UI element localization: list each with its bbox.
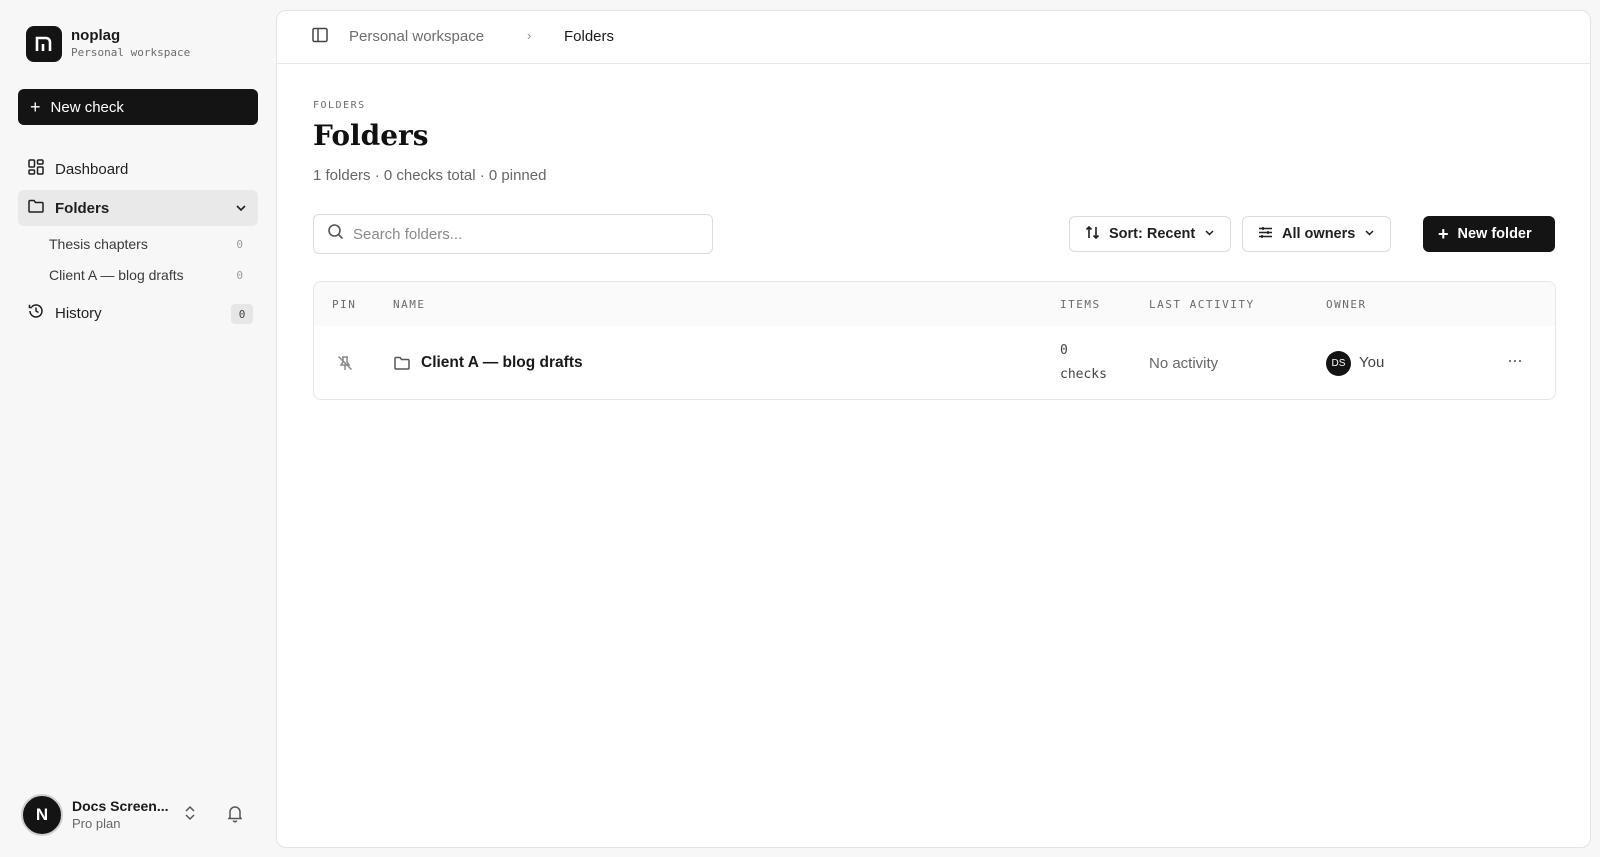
avatar: N xyxy=(21,794,63,836)
owners-label: All owners xyxy=(1282,226,1356,242)
folder-name-link[interactable]: Client A — blog drafts xyxy=(421,354,583,372)
sidebar-item-history[interactable]: History 0 xyxy=(18,295,258,331)
sidebar-item-folders[interactable]: Folders xyxy=(18,190,258,226)
sidebar-folder-item[interactable]: Thesis chapters 0 xyxy=(49,231,249,257)
items-unit: checks xyxy=(1060,367,1107,382)
dashboard-icon xyxy=(27,158,45,180)
sort-label: Sort: Recent xyxy=(1109,226,1196,242)
column-header-items[interactable]: ITEMS xyxy=(1060,298,1101,311)
filter-icon xyxy=(1257,224,1274,245)
sidebar-item-label: Dashboard xyxy=(55,160,129,178)
sidebar-folder-item[interactable]: Client A — blog drafts 0 xyxy=(49,262,249,288)
sidebar-item-label: History xyxy=(55,304,102,322)
page-summary: 1 folders · 0 checks total · 0 pinned xyxy=(313,167,547,184)
sidebar-toggle-icon[interactable] xyxy=(311,26,329,49)
breadcrumb-separator: › xyxy=(527,28,532,43)
workspace-switcher[interactable]: noplag Personal workspace xyxy=(26,26,190,62)
bell-icon[interactable] xyxy=(225,803,245,828)
folders-table: PIN NAME ITEMS LAST ACTIVITY OWNER Clien… xyxy=(313,281,1556,400)
logo-icon xyxy=(26,26,62,62)
last-activity: No activity xyxy=(1149,355,1219,372)
table-row[interactable]: Client A — blog drafts 0 checks No activ… xyxy=(314,326,1555,399)
new-check-button[interactable]: + New check xyxy=(18,89,258,125)
user-menu[interactable]: N Docs Screen... Pro plan xyxy=(21,794,261,836)
sidebar-item-label: Folders xyxy=(55,199,110,217)
search-input[interactable] xyxy=(353,225,693,243)
new-folder-button[interactable]: + New folder xyxy=(1423,216,1555,252)
sort-icon xyxy=(1084,224,1101,245)
history-count-badge: 0 xyxy=(231,304,253,324)
sidebar: noplag Personal workspace + New check Da… xyxy=(0,0,274,857)
topbar: Personal workspace › Folders xyxy=(277,11,1590,64)
chevron-down-icon xyxy=(1203,226,1216,243)
page-eyebrow: FOLDERS xyxy=(313,100,366,111)
history-icon xyxy=(27,302,45,324)
new-folder-label: New folder xyxy=(1457,226,1532,242)
folder-icon xyxy=(27,197,45,219)
sidebar-folder-count: 0 xyxy=(236,237,243,251)
main-panel: Personal workspace › Folders FOLDERS Fol… xyxy=(276,10,1591,848)
sidebar-folder-count: 0 xyxy=(236,268,243,282)
search-icon xyxy=(327,223,344,245)
column-header-last-activity[interactable]: LAST ACTIVITY xyxy=(1149,298,1255,311)
breadcrumb-current: Folders xyxy=(564,28,615,45)
column-header-name[interactable]: NAME xyxy=(393,298,426,311)
sidebar-folder-label: Thesis chapters xyxy=(49,236,148,252)
column-header-pin[interactable]: PIN xyxy=(332,298,356,311)
table-header: PIN NAME ITEMS LAST ACTIVITY OWNER xyxy=(314,282,1555,326)
owner-name: You xyxy=(1359,354,1385,371)
sidebar-folder-label: Client A — blog drafts xyxy=(49,267,184,283)
brand-name: noplag xyxy=(71,27,121,44)
chevron-down-icon[interactable] xyxy=(234,201,248,219)
search-box[interactable] xyxy=(313,214,713,254)
plus-icon: + xyxy=(30,97,41,117)
more-icon[interactable]: ··· xyxy=(1507,350,1523,371)
chevron-down-icon xyxy=(1363,226,1376,243)
new-check-label: New check xyxy=(50,98,124,116)
owner-avatar: DS xyxy=(1326,351,1351,376)
owner-filter-button[interactable]: All owners xyxy=(1242,216,1392,252)
plus-icon: + xyxy=(1438,224,1449,244)
column-header-owner[interactable]: OWNER xyxy=(1326,298,1367,311)
sidebar-item-dashboard[interactable]: Dashboard xyxy=(18,151,258,187)
folder-icon xyxy=(393,354,411,377)
chevrons-updown-icon[interactable] xyxy=(183,804,197,827)
page-title: Folders xyxy=(313,119,429,152)
brand-subtitle: Personal workspace xyxy=(71,46,191,59)
pin-off-icon[interactable] xyxy=(336,354,354,377)
breadcrumb-root[interactable]: Personal workspace xyxy=(349,28,484,45)
sort-button[interactable]: Sort: Recent xyxy=(1069,216,1232,252)
user-name: Docs Screen... xyxy=(72,798,169,814)
user-plan: Pro plan xyxy=(72,816,121,831)
items-count: 0 xyxy=(1060,343,1068,358)
